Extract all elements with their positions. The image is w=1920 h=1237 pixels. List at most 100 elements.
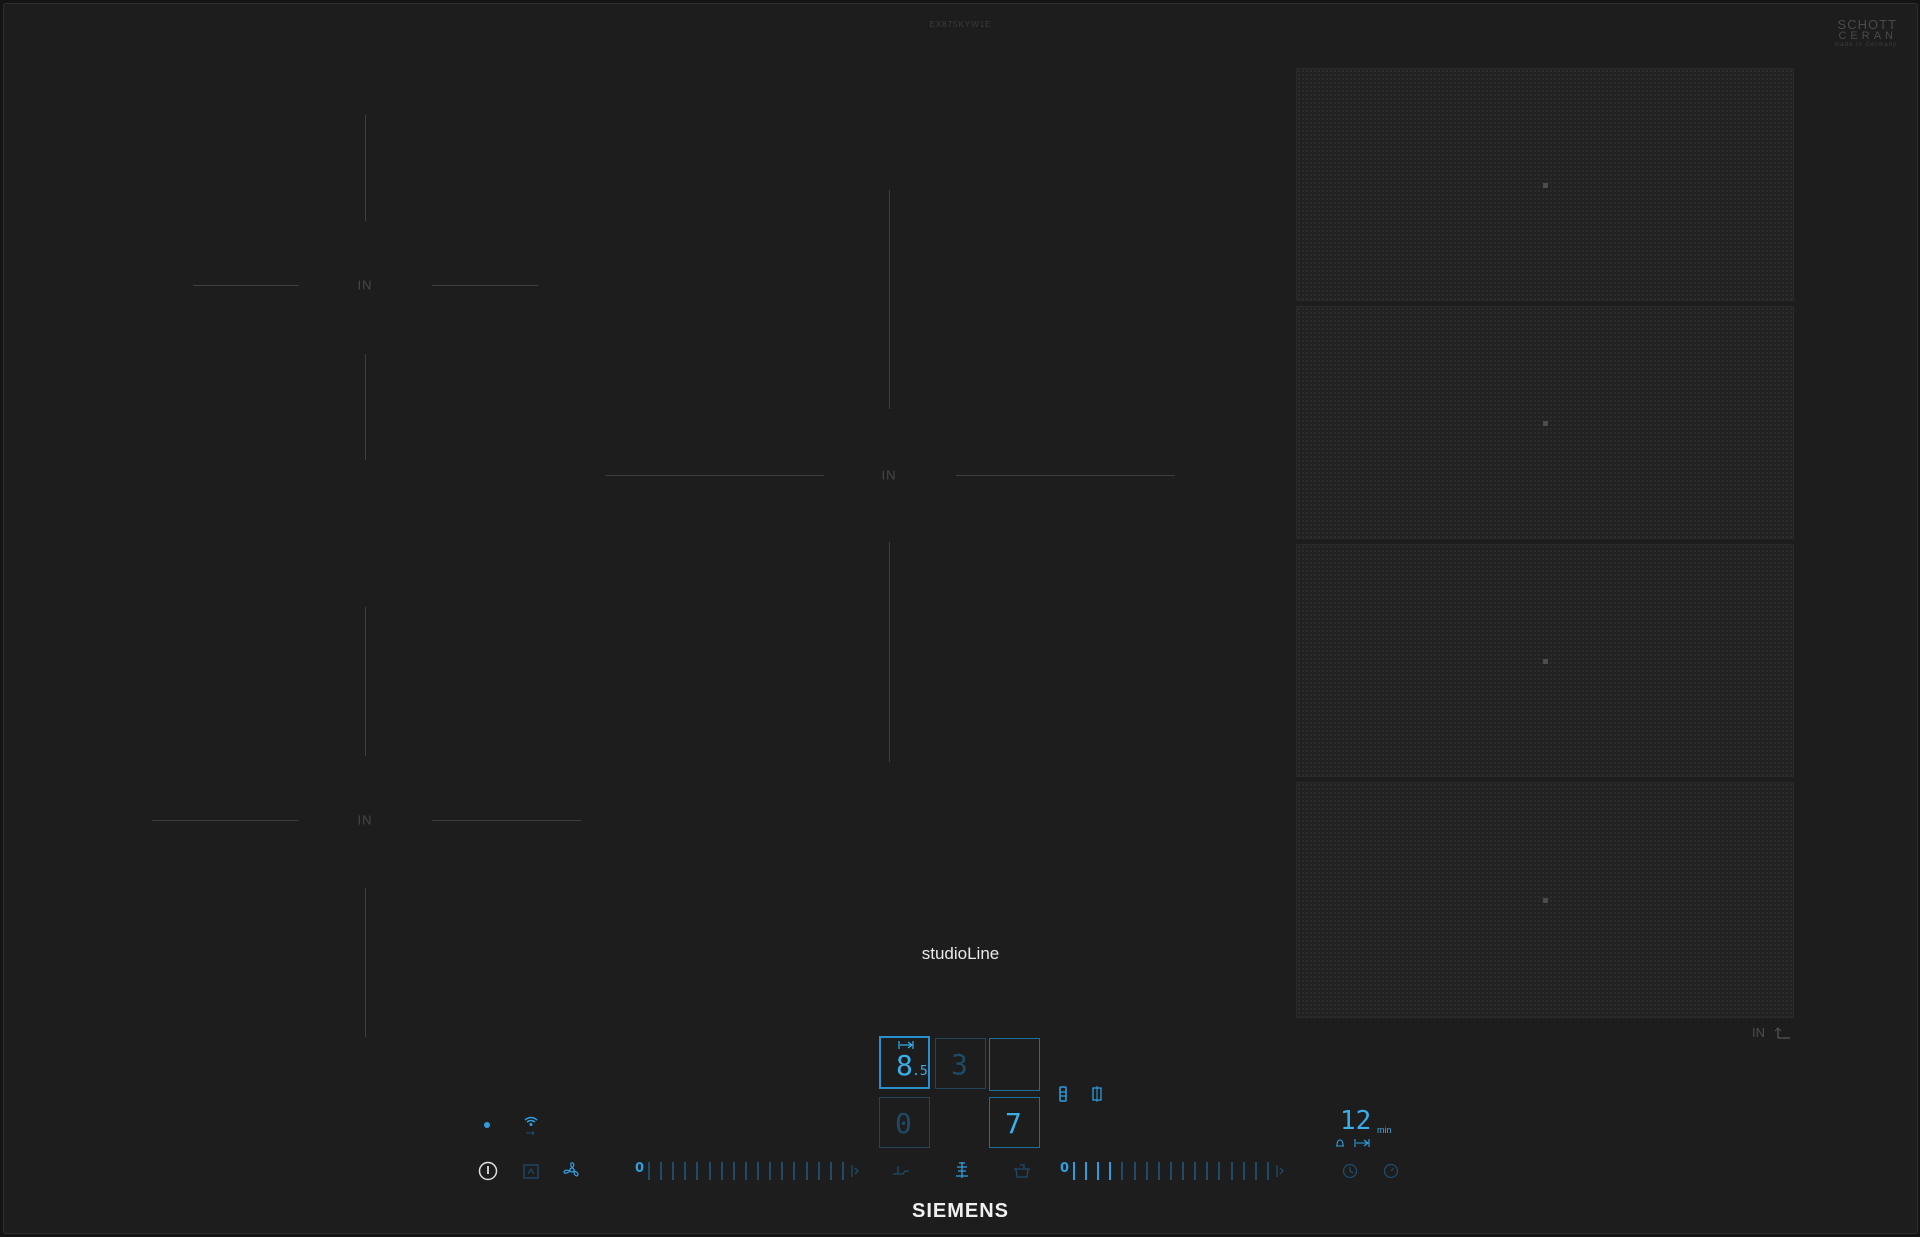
flex-mode-icon[interactable] xyxy=(1091,1086,1103,1102)
timer-clock-icon[interactable] xyxy=(1342,1163,1358,1179)
slider-tick[interactable] xyxy=(818,1162,820,1180)
cooking-sensor-icon[interactable] xyxy=(954,1161,970,1179)
wifi-icon[interactable] xyxy=(524,1116,538,1138)
display-3-value: 0 xyxy=(895,1107,912,1140)
stopwatch-icon[interactable] xyxy=(1383,1163,1399,1179)
slider-tick[interactable] xyxy=(757,1162,759,1180)
zone-marker-line xyxy=(889,190,890,409)
display-4-value: 7 xyxy=(1005,1107,1022,1140)
zone-marker-line xyxy=(956,475,1175,476)
slider-tick[interactable] xyxy=(1170,1162,1172,1180)
kitchen-timer-bell-icon xyxy=(1336,1139,1344,1147)
slider-tick[interactable] xyxy=(696,1162,698,1180)
zone-marker-line xyxy=(365,354,366,460)
slider-tick[interactable] xyxy=(1109,1162,1111,1180)
schott-ceran-logo: SCHOTT CERAN made in Germany xyxy=(1834,18,1897,48)
slider-tick[interactable] xyxy=(1121,1162,1123,1180)
slider-tick[interactable] xyxy=(842,1162,844,1180)
display-2-value: 3 xyxy=(951,1048,968,1081)
zone-display-1[interactable]: 8 .5 xyxy=(879,1036,930,1089)
slider-tick[interactable] xyxy=(1097,1162,1099,1180)
flex-zone-indicator: IN xyxy=(1752,1025,1792,1041)
zone-marker-line xyxy=(152,820,299,821)
slider-tick[interactable] xyxy=(684,1162,686,1180)
series-name: studioLine xyxy=(921,944,1000,963)
zone-display-2[interactable]: 3 xyxy=(935,1038,986,1089)
slider-tick[interactable] xyxy=(781,1162,783,1180)
slider-tick[interactable] xyxy=(721,1162,723,1180)
zone-center-dot xyxy=(1543,420,1548,426)
zone-center-dot xyxy=(1543,898,1548,903)
flex-zone-segment-1[interactable] xyxy=(1296,68,1794,301)
slider-tick[interactable] xyxy=(1134,1162,1136,1180)
left-power-slider[interactable] xyxy=(646,1162,852,1180)
zone-center-dot xyxy=(1543,658,1548,664)
zone-marker-line xyxy=(365,607,366,756)
zone-center-dot xyxy=(1543,182,1548,188)
zone-marker-line xyxy=(365,888,366,1037)
zone-display-5[interactable]: 7 xyxy=(989,1097,1040,1148)
slider-tick[interactable] xyxy=(1206,1162,1208,1180)
zone-marker-line xyxy=(889,542,890,762)
flex-zone-indicator-label: IN xyxy=(1752,1025,1765,1040)
schott-logo-line2: CERAN xyxy=(1838,30,1897,42)
slider-tick[interactable] xyxy=(1085,1162,1087,1180)
zone-marker-line xyxy=(432,285,538,286)
slider-tick[interactable] xyxy=(769,1162,771,1180)
display-1-value: 8 xyxy=(896,1049,913,1082)
zone-display-4[interactable]: 0 xyxy=(879,1097,930,1148)
left-slider-zero: 0 xyxy=(635,1161,645,1176)
timer-unit: min xyxy=(1377,1125,1392,1135)
distance-icon xyxy=(898,1041,914,1049)
induction-label: IN xyxy=(357,277,373,293)
slider-tick[interactable] xyxy=(1182,1162,1184,1180)
slider-tick[interactable] xyxy=(648,1162,650,1180)
right-power-slider[interactable] xyxy=(1071,1162,1277,1180)
induction-label: IN xyxy=(881,467,897,483)
zone-marker-line xyxy=(432,820,581,821)
slider-tick[interactable] xyxy=(672,1162,674,1180)
induction-label: IN xyxy=(357,812,373,828)
flex-zone-segment-3[interactable] xyxy=(1296,544,1794,777)
zone-display-3[interactable] xyxy=(989,1038,1040,1091)
slider-tick[interactable] xyxy=(1158,1162,1160,1180)
display-1-decimal: .5 xyxy=(912,1064,928,1079)
siemens-logo: SIEMENS xyxy=(911,1200,1010,1222)
cooking-timer-icon xyxy=(1354,1139,1370,1147)
flex-zone-segment-2[interactable] xyxy=(1296,306,1794,539)
zone-marker-line xyxy=(365,115,366,221)
zone-marker-line xyxy=(605,475,824,476)
slider-tick[interactable] xyxy=(793,1162,795,1180)
slider-tick[interactable] xyxy=(709,1162,711,1180)
status-dot-icon xyxy=(484,1122,490,1128)
slider-tick[interactable] xyxy=(745,1162,747,1180)
slider-tick[interactable] xyxy=(733,1162,735,1180)
slider-tick[interactable] xyxy=(1218,1162,1220,1180)
slider-tick[interactable] xyxy=(806,1162,808,1180)
slider-tick[interactable] xyxy=(1231,1162,1233,1180)
zone-marker-line xyxy=(193,285,299,286)
slider-tick[interactable] xyxy=(1243,1162,1245,1180)
ventilation-fan-icon[interactable] xyxy=(563,1161,581,1179)
slider-tick[interactable] xyxy=(830,1162,832,1180)
power-button-icon[interactable] xyxy=(478,1161,498,1181)
frying-sensor-icon[interactable] xyxy=(892,1163,910,1179)
slider-tick[interactable] xyxy=(1146,1162,1148,1180)
schott-logo-line3: made in Germany xyxy=(1834,42,1897,48)
pan-sensor-icon[interactable] xyxy=(1058,1086,1068,1102)
slider-tick[interactable] xyxy=(1267,1162,1269,1180)
left-slider-boost-icon[interactable] xyxy=(850,1164,860,1178)
slider-tick[interactable] xyxy=(1073,1162,1075,1180)
cooktop-glass-surface: EX875KYW1E SCHOTT CERAN made in Germany … xyxy=(3,3,1918,1234)
child-lock-icon[interactable] xyxy=(523,1162,539,1180)
flex-zone-icon xyxy=(1774,1026,1790,1039)
flex-zone-segment-4[interactable] xyxy=(1296,782,1794,1018)
slider-tick[interactable] xyxy=(1255,1162,1257,1180)
slider-tick[interactable] xyxy=(1194,1162,1196,1180)
right-slider-zero: 0 xyxy=(1060,1161,1070,1176)
timer-value: 12 xyxy=(1340,1106,1372,1136)
right-slider-boost-icon[interactable] xyxy=(1275,1164,1285,1178)
slider-tick[interactable] xyxy=(660,1162,662,1180)
pot-icon[interactable] xyxy=(1013,1163,1031,1179)
model-number: EX875KYW1E xyxy=(929,20,992,29)
